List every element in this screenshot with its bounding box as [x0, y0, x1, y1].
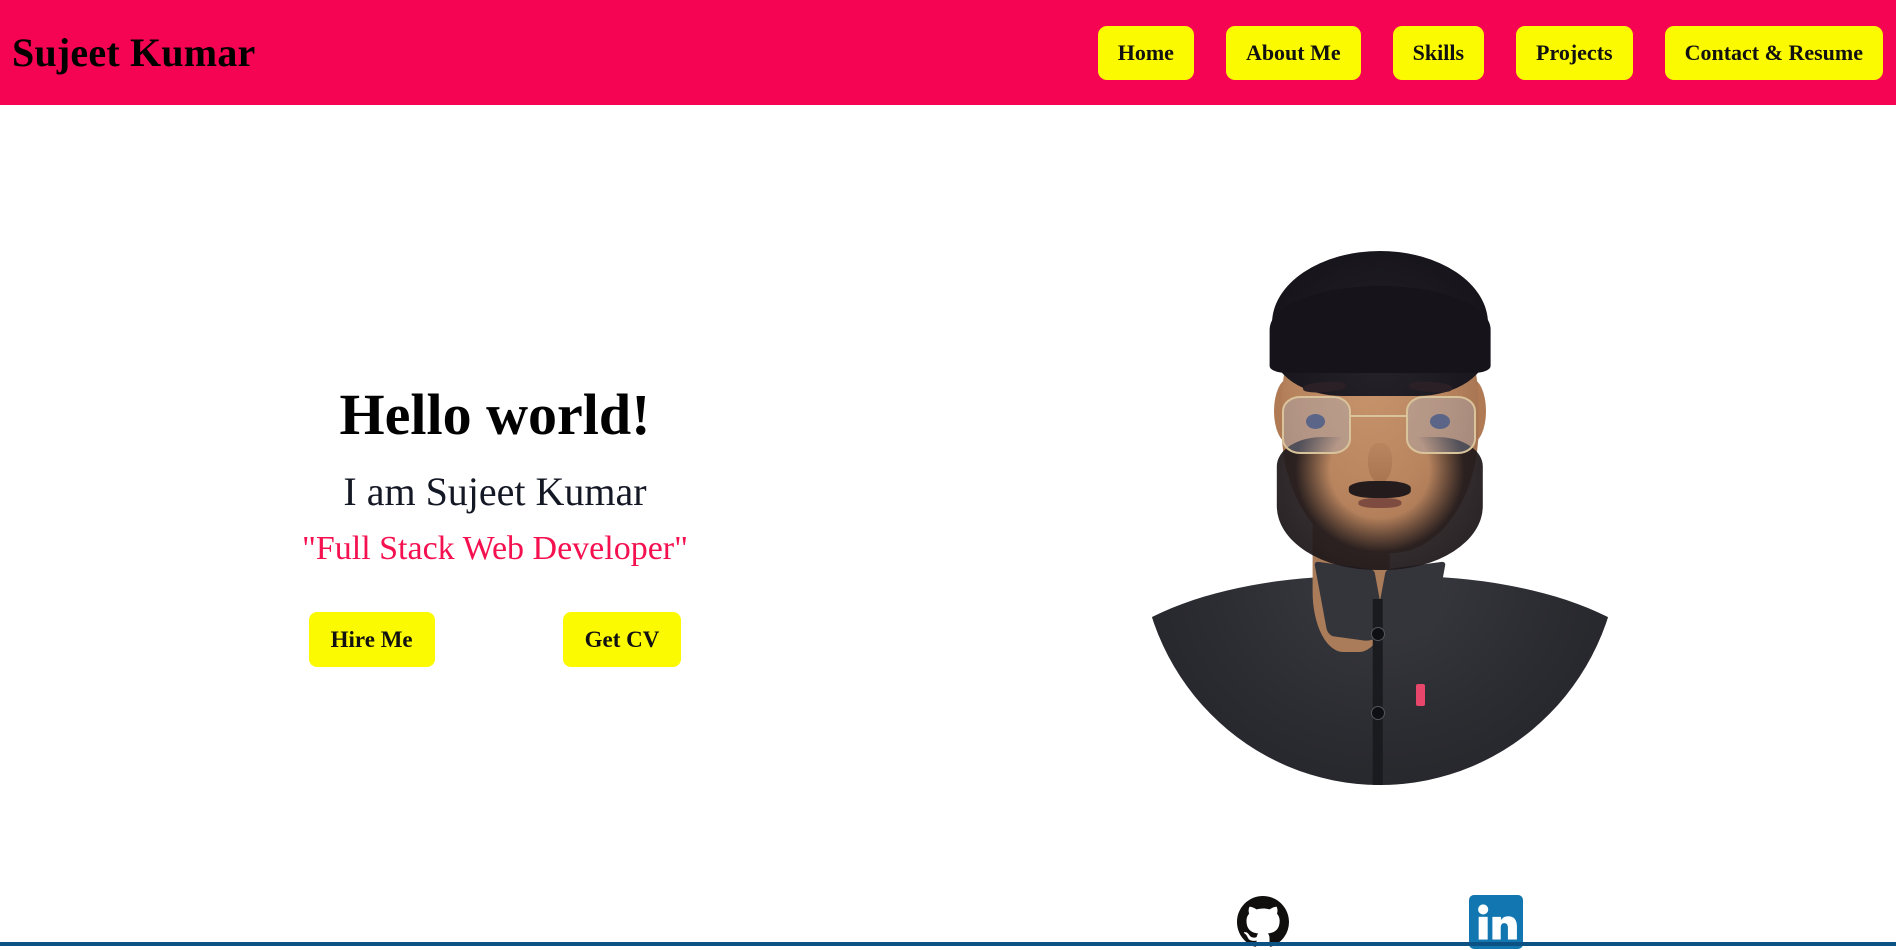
portrait-moustache: [1348, 480, 1412, 498]
portrait-shirt-button: [1371, 706, 1384, 719]
site-header: Sujeet Kumar Home About Me Skills Projec…: [0, 0, 1896, 105]
portrait-nose: [1368, 442, 1392, 484]
nav-item-about-me[interactable]: About Me: [1225, 25, 1361, 80]
social-links: [1100, 895, 1660, 949]
portrait-shirt-button: [1371, 628, 1384, 641]
hero-tagline: "Full Stack Web Developer": [301, 529, 689, 567]
portrait-glasses-right-lens: [1406, 396, 1476, 455]
portrait-shirt-tag: [1416, 683, 1425, 706]
nav-item-skills[interactable]: Skills: [1392, 25, 1485, 80]
main-navigation: Home About Me Skills Projects Contact & …: [1097, 25, 1883, 80]
portrait-glasses-bridge: [1351, 414, 1407, 418]
bottom-divider: [0, 942, 1896, 946]
linkedin-link[interactable]: [1469, 895, 1523, 949]
get-cv-button[interactable]: Get CV: [562, 612, 682, 668]
portrait-mouth: [1358, 497, 1402, 509]
portfolio-page: Sujeet Kumar Home About Me Skills Projec…: [0, 0, 1896, 950]
hero-action-buttons: Hire Me Get CV: [150, 612, 840, 668]
nav-item-contact-resume[interactable]: Contact & Resume: [1664, 25, 1883, 80]
hire-me-button[interactable]: Hire Me: [308, 612, 435, 668]
portrait-placket: [1372, 599, 1383, 785]
nav-item-home[interactable]: Home: [1097, 25, 1194, 80]
hero-section: Hello world! I am Sujeet Kumar "Full Sta…: [0, 105, 1896, 949]
profile-photo: [1140, 205, 1620, 785]
hero-title: Hello world!: [339, 382, 651, 447]
hero-text-block: Hello world! I am Sujeet Kumar "Full Sta…: [150, 382, 840, 668]
github-link[interactable]: [1237, 896, 1289, 948]
portrait-illustration: [1140, 205, 1620, 785]
hero-subtitle: I am Sujeet Kumar: [343, 468, 647, 514]
portrait-glasses-left-lens: [1281, 396, 1352, 455]
nav-item-projects[interactable]: Projects: [1516, 25, 1633, 80]
portrait-hairline: [1269, 286, 1491, 374]
hero-photo-block: [1100, 205, 1660, 785]
brand-title: Sujeet Kumar: [12, 29, 256, 75]
